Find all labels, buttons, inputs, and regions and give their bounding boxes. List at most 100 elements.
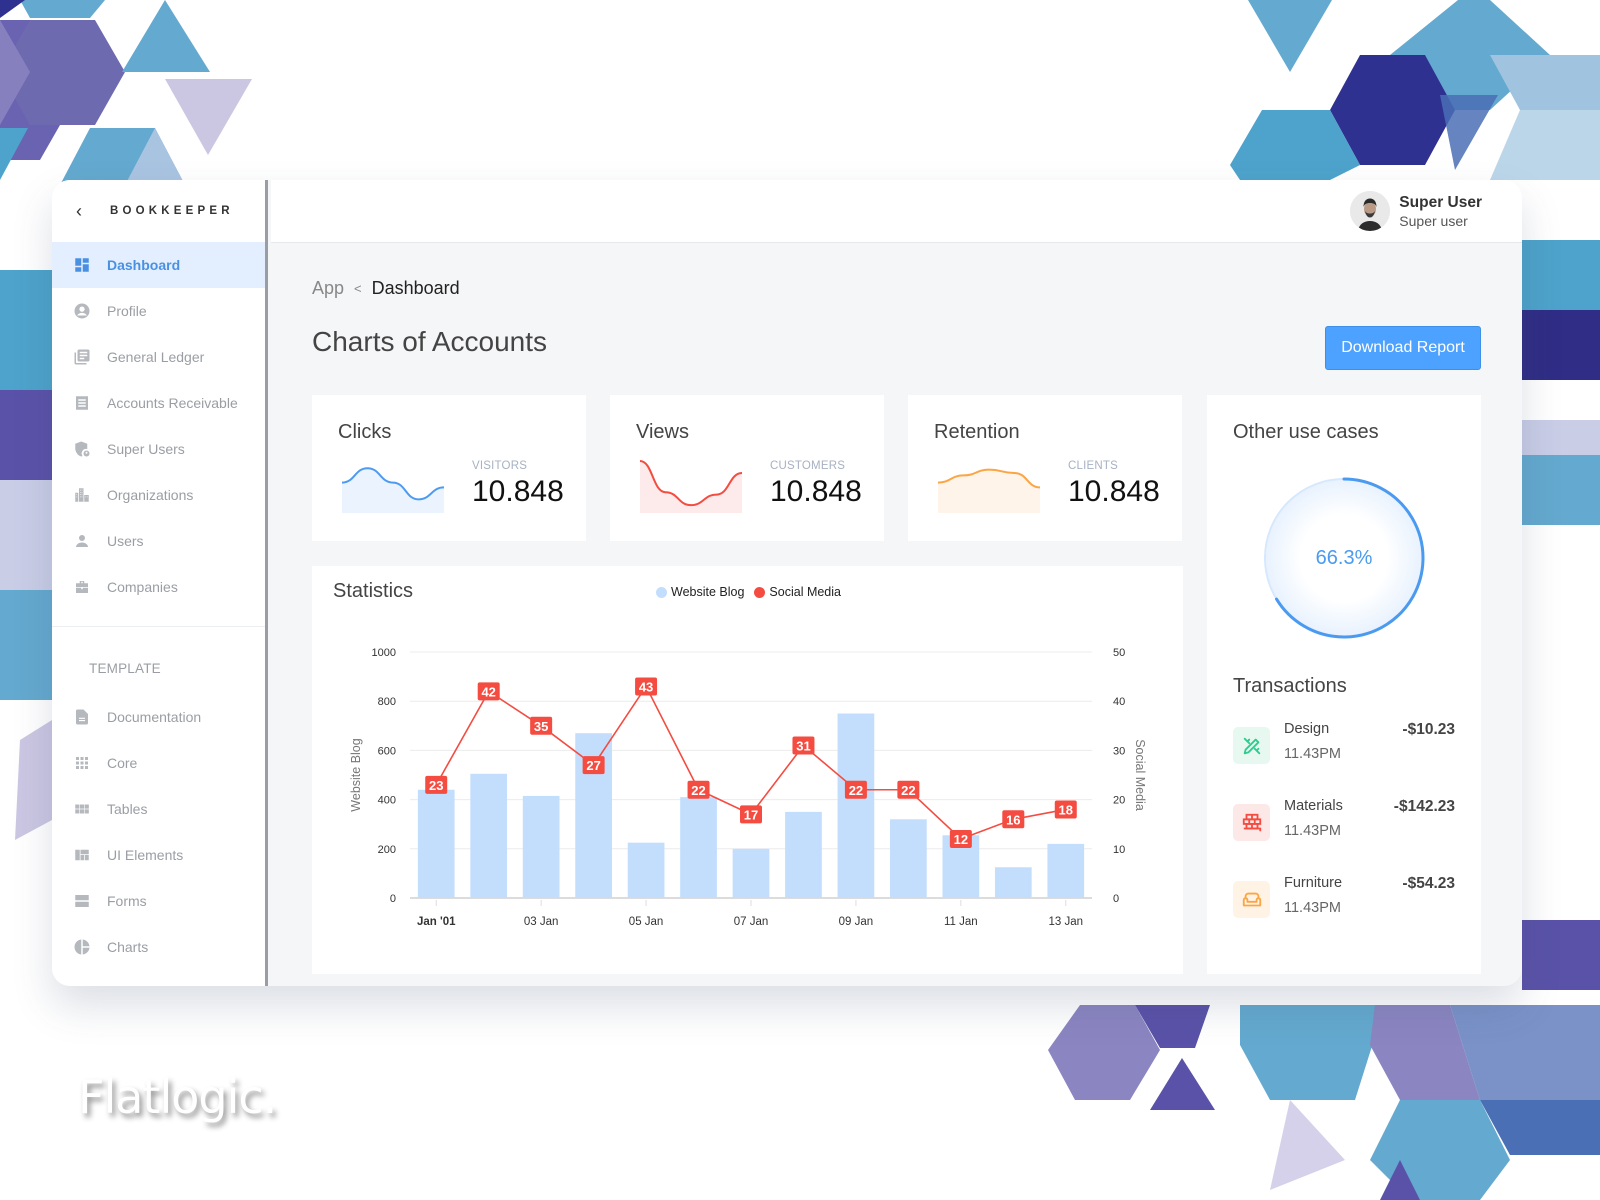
sofa-icon: [1233, 881, 1270, 918]
sidebar-item-users[interactable]: Users: [52, 518, 265, 564]
x-tick-label: 13 Jan: [1049, 916, 1084, 928]
sidebar-item-label: Documentation: [107, 709, 202, 725]
data-label[interactable]: 31: [792, 736, 815, 755]
statistics-card: Statistics Website Blog Social Media 0 20…: [312, 566, 1183, 974]
data-label[interactable]: 43: [635, 677, 658, 696]
page-title: Charts of Accounts: [312, 326, 548, 357]
bar[interactable]: [785, 811, 822, 898]
bar[interactable]: [627, 842, 665, 898]
table-icon: [73, 800, 107, 818]
bar[interactable]: [680, 797, 717, 898]
data-label-text: 43: [639, 679, 653, 694]
data-label[interactable]: 27: [582, 756, 605, 775]
data-label[interactable]: 12: [949, 829, 972, 848]
y-tick-label: 600: [378, 745, 396, 757]
receipt-icon: [73, 394, 107, 412]
transaction-item[interactable]: Materials 11.43PM -$142.23: [1233, 798, 1455, 858]
data-label-text: 17: [744, 807, 758, 822]
clicks-sparkline: [342, 467, 444, 513]
data-label[interactable]: 22: [687, 780, 710, 799]
stat-card-title: Clicks: [338, 421, 392, 443]
brand: ‹ BOOKKEEPER: [52, 180, 265, 242]
avatar[interactable]: [1350, 191, 1391, 231]
transaction-name: Materials: [1284, 798, 1343, 814]
x-tick-label: 11 Jan: [944, 916, 978, 928]
sidebar-item-profile[interactable]: Profile: [52, 288, 265, 334]
sidebar: ‹ BOOKKEEPER Dashboard Profile General L…: [52, 180, 268, 986]
stat-card-value: 10.848: [472, 475, 564, 508]
data-label[interactable]: 17: [740, 805, 762, 824]
sidebar-item-general-ledger[interactable]: General Ledger: [52, 334, 265, 380]
flatlogic-watermark: Flatlogic.: [78, 1070, 277, 1124]
data-label[interactable]: 23: [425, 775, 448, 794]
sidebar-item-dashboard[interactable]: Dashboard: [52, 242, 265, 288]
sidebar-item-label: UI Elements: [107, 847, 184, 863]
sidebar-item-documentation[interactable]: Documentation: [52, 694, 265, 740]
form-icon: [73, 892, 107, 910]
data-label[interactable]: 16: [1002, 810, 1025, 829]
data-label[interactable]: 22: [844, 780, 867, 799]
user-menu[interactable]: Super User Super user: [1350, 191, 1482, 231]
other-use-cases-title: Other use cases: [1233, 421, 1379, 443]
bar[interactable]: [890, 819, 927, 898]
data-label[interactable]: 35: [530, 716, 553, 735]
sidebar-item-forms[interactable]: Forms: [52, 878, 265, 924]
data-label[interactable]: 22: [897, 780, 920, 799]
bar[interactable]: [470, 773, 508, 898]
chevron-left-icon[interactable]: ‹: [76, 201, 110, 222]
y2-tick-label: 10: [1113, 844, 1125, 856]
stat-card-views: Views CUSTOMERS 10.848: [610, 395, 884, 541]
stat-card-value: 10.848: [1068, 475, 1160, 508]
sidebar-item-label: Super Users: [107, 441, 185, 457]
data-label[interactable]: 42: [477, 682, 500, 701]
y2-tick-label: 50: [1113, 647, 1125, 659]
transaction-amount: -$142.23: [1393, 798, 1455, 815]
x-tick-label: 09 Jan: [839, 916, 874, 928]
sidebar-item-organizations[interactable]: Organizations: [52, 472, 265, 518]
sidebar-item-companies[interactable]: Companies: [52, 564, 265, 610]
sidebar-item-tables[interactable]: Tables: [52, 786, 265, 832]
transaction-amount: -$10.23: [1402, 721, 1455, 738]
stat-card-value: 10.848: [770, 475, 862, 508]
user-icon: [73, 532, 107, 550]
transaction-time: 11.43PM: [1284, 746, 1341, 762]
y-axis-label: Website Blog: [349, 738, 363, 811]
bar[interactable]: [732, 848, 770, 898]
data-label-text: 22: [849, 783, 863, 798]
y-tick-label: 200: [378, 844, 396, 856]
building-icon: [73, 486, 107, 504]
sidebar-item-ui-elements[interactable]: UI Elements: [52, 832, 265, 878]
data-label-text: 42: [481, 684, 495, 699]
bar[interactable]: [1047, 843, 1085, 898]
download-report-button[interactable]: Download Report: [1325, 326, 1481, 370]
breadcrumb-root[interactable]: App: [312, 278, 344, 299]
bar[interactable]: [837, 713, 875, 899]
bar[interactable]: [522, 795, 560, 898]
x-tick-label: 05 Jan: [629, 916, 664, 928]
layout-icon: [73, 846, 107, 864]
data-label-text: 27: [586, 758, 600, 773]
data-label-text: 18: [1059, 802, 1073, 817]
shield-user-icon: [73, 440, 107, 458]
sidebar-item-super-users[interactable]: Super Users: [52, 426, 265, 472]
y2-tick-label: 20: [1113, 795, 1125, 807]
sidebar-item-core[interactable]: Core: [52, 740, 265, 786]
sidebar-item-label: Charts: [107, 939, 149, 955]
other-use-cases-card: Other use cases 66.3% Transactions Desig…: [1207, 395, 1481, 974]
sidebar-item-accounts-receivable[interactable]: Accounts Receivable: [52, 380, 265, 426]
sidebar-item-label: Users: [107, 533, 144, 549]
sparkline-area: [342, 468, 444, 513]
statistics-chart: 0 200 400 600 800 1000 0 10 20 30 40 50 Website Blog…: [349, 647, 1147, 928]
data-label-text: 16: [1006, 812, 1020, 827]
user-name: Super User: [1399, 193, 1482, 211]
data-label[interactable]: 18: [1054, 800, 1077, 819]
transaction-amount: -$54.23: [1402, 875, 1455, 892]
sidebar-item-charts[interactable]: Charts: [52, 924, 265, 970]
transaction-item[interactable]: Design 11.43PM -$10.23: [1233, 721, 1455, 781]
stat-card-title: Retention: [934, 421, 1020, 443]
transaction-item[interactable]: Furniture 11.43PM -$54.23: [1233, 875, 1455, 935]
bar[interactable]: [994, 867, 1032, 898]
data-label-text: 35: [534, 719, 548, 734]
bar[interactable]: [417, 789, 455, 898]
sidebar-item-label: Tables: [107, 801, 148, 817]
